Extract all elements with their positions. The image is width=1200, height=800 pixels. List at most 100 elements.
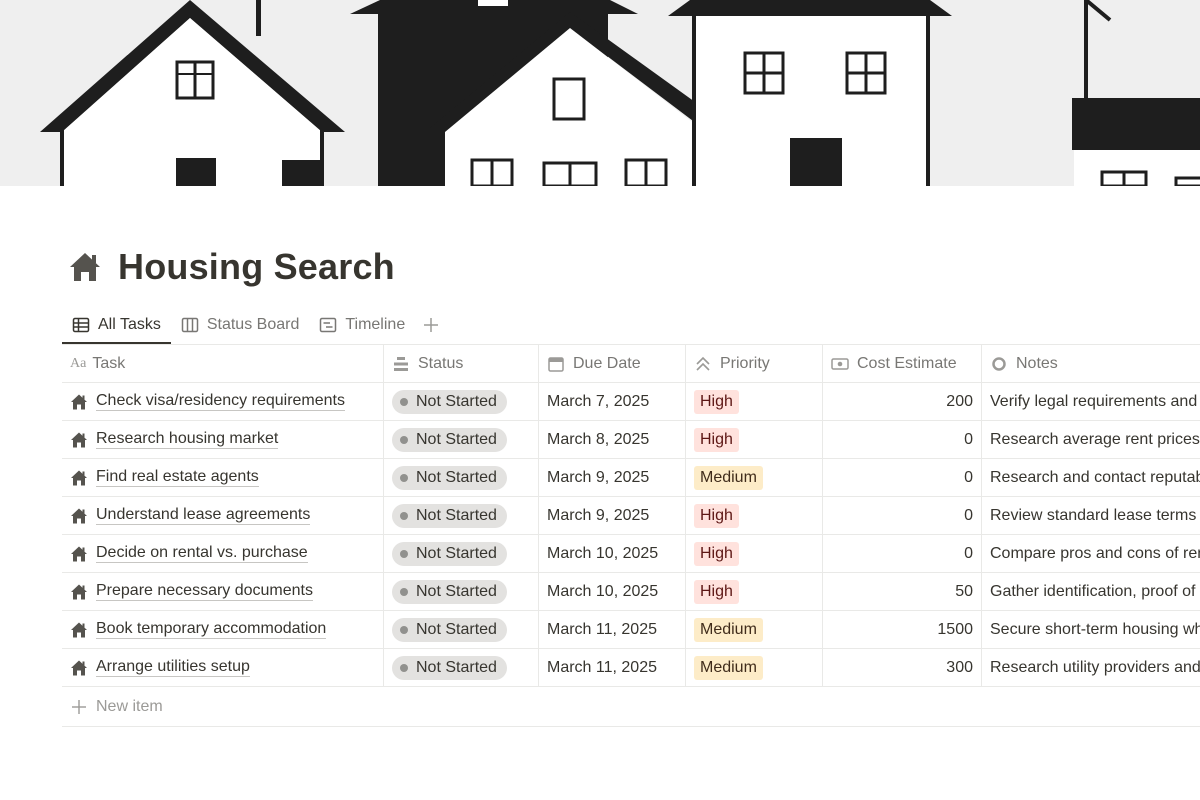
table-row[interactable]: Arrange utilities setup Not Started March …: [62, 649, 1200, 687]
cost-estimate-cell[interactable]: 200: [823, 383, 982, 420]
status-label: Not Started: [416, 392, 497, 410]
chevron-up-icon: [696, 356, 710, 371]
status-cell[interactable]: Not Started: [384, 535, 539, 572]
due-date-cell[interactable]: March 7, 2025: [539, 383, 686, 420]
column-label: Due Date: [573, 354, 641, 372]
task-name[interactable]: Arrange utilities setup: [96, 658, 250, 677]
status-cell[interactable]: Not Started: [384, 421, 539, 458]
table-row[interactable]: Find real estate agents Not Started March …: [62, 459, 1200, 497]
priority-cell[interactable]: Medium: [686, 611, 823, 648]
new-item-button[interactable]: New item: [62, 687, 1200, 727]
priority-cell[interactable]: Medium: [686, 459, 823, 496]
due-date-cell[interactable]: March 9, 2025: [539, 497, 686, 534]
priority-cell[interactable]: High: [686, 421, 823, 458]
cover-image: [0, 0, 1200, 186]
column-label: Priority: [720, 354, 770, 372]
column-header-due-date[interactable]: Due Date: [539, 345, 686, 382]
task-cell[interactable]: Understand lease agreements: [62, 497, 384, 534]
column-label: Cost Estimate: [857, 354, 957, 372]
column-header-priority[interactable]: Priority: [686, 345, 823, 382]
notes-cell[interactable]: Research average rent prices,: [982, 421, 1200, 458]
due-date-cell[interactable]: March 11, 2025: [539, 649, 686, 686]
due-date-cell[interactable]: March 8, 2025: [539, 421, 686, 458]
task-cell[interactable]: Decide on rental vs. purchase: [62, 535, 384, 572]
tab-label: Timeline: [345, 316, 406, 333]
task-cell[interactable]: Check visa/residency requirements: [62, 383, 384, 420]
table-header: Aa Task Status Due Date Priority Cost Es…: [62, 345, 1200, 383]
notes-cell[interactable]: Research utility providers and: [982, 649, 1200, 686]
status-label: Not Started: [416, 506, 497, 524]
priority-cell[interactable]: High: [686, 573, 823, 610]
status-label: Not Started: [416, 620, 497, 638]
status-cell[interactable]: Not Started: [384, 611, 539, 648]
task-name[interactable]: Check visa/residency requirements: [96, 392, 345, 411]
cost-estimate-cell[interactable]: 300: [823, 649, 982, 686]
task-name[interactable]: Find real estate agents: [96, 468, 259, 487]
notes-cell[interactable]: Secure short-term housing wh: [982, 611, 1200, 648]
cost-estimate-cell[interactable]: 1500: [823, 611, 982, 648]
task-name[interactable]: Research housing market: [96, 430, 279, 449]
status-cell[interactable]: Not Started: [384, 649, 539, 686]
table-row[interactable]: Decide on rental vs. purchase Not Started…: [62, 535, 1200, 573]
tasks-table: Aa Task Status Due Date Priority Cost Es…: [62, 345, 1200, 727]
view-tabs: All Tasks Status Board Timeline: [62, 306, 447, 344]
status-cell[interactable]: Not Started: [384, 459, 539, 496]
column-header-status[interactable]: Status: [384, 345, 539, 382]
task-name[interactable]: Understand lease agreements: [96, 506, 311, 525]
calendar-icon: [548, 356, 564, 372]
cost-estimate-cell[interactable]: 0: [823, 421, 982, 458]
status-label: Not Started: [416, 430, 497, 448]
tab-status-board[interactable]: Status Board: [171, 306, 310, 344]
priority-cell[interactable]: Medium: [686, 649, 823, 686]
add-view-button[interactable]: [415, 306, 447, 344]
task-cell[interactable]: Book temporary accommodation: [62, 611, 384, 648]
cost-estimate-cell[interactable]: 0: [823, 535, 982, 572]
task-name[interactable]: Book temporary accommodation: [96, 620, 327, 639]
status-cell[interactable]: Not Started: [384, 383, 539, 420]
cost-estimate-cell[interactable]: 0: [823, 459, 982, 496]
task-cell[interactable]: Research housing market: [62, 421, 384, 458]
due-date-cell[interactable]: March 11, 2025: [539, 611, 686, 648]
table-row[interactable]: Prepare necessary documents Not Started Ma…: [62, 573, 1200, 611]
notes-cell[interactable]: Research and contact reputab: [982, 459, 1200, 496]
table-row[interactable]: Check visa/residency requirements Not Sta…: [62, 383, 1200, 421]
table-row[interactable]: Research housing market Not Started March …: [62, 421, 1200, 459]
due-date-cell[interactable]: March 10, 2025: [539, 573, 686, 610]
priority-cell[interactable]: High: [686, 497, 823, 534]
tab-label: All Tasks: [98, 316, 161, 333]
due-date-cell[interactable]: March 10, 2025: [539, 535, 686, 572]
plus-icon: [424, 318, 439, 332]
notes-cell[interactable]: Verify legal requirements and: [982, 383, 1200, 420]
status-cell[interactable]: Not Started: [384, 573, 539, 610]
table-row[interactable]: Book temporary accommodation Not Started M…: [62, 611, 1200, 649]
status-dot-icon: [400, 435, 408, 444]
cost-estimate-cell[interactable]: 50: [823, 573, 982, 610]
due-date-cell[interactable]: March 9, 2025: [539, 459, 686, 496]
cost-estimate-cell[interactable]: 0: [823, 497, 982, 534]
notes-cell[interactable]: Gather identification, proof of: [982, 573, 1200, 610]
house-icon[interactable]: [68, 250, 102, 284]
task-cell[interactable]: Prepare necessary documents: [62, 573, 384, 610]
status-dot-icon: [400, 663, 408, 672]
status-dot-icon: [400, 549, 408, 558]
tab-all-tasks[interactable]: All Tasks: [62, 306, 171, 344]
task-name[interactable]: Prepare necessary documents: [96, 582, 313, 601]
task-name[interactable]: Decide on rental vs. purchase: [96, 544, 308, 563]
page-title[interactable]: Housing Search: [118, 246, 395, 288]
table-row[interactable]: Understand lease agreements Not Started Ma…: [62, 497, 1200, 535]
priority-tag: High: [694, 389, 739, 414]
status-label: Not Started: [416, 658, 497, 676]
tab-timeline[interactable]: Timeline: [309, 306, 415, 344]
status-cell[interactable]: Not Started: [384, 497, 539, 534]
column-header-cost-estimate[interactable]: Cost Estimate: [823, 345, 982, 382]
notes-cell[interactable]: Compare pros and cons of ren: [982, 535, 1200, 572]
task-cell[interactable]: Arrange utilities setup: [62, 649, 384, 686]
column-header-notes[interactable]: Notes: [982, 345, 1200, 382]
priority-cell[interactable]: High: [686, 383, 823, 420]
column-header-task[interactable]: Aa Task: [62, 345, 384, 382]
status-badge: Not Started: [392, 541, 507, 566]
priority-cell[interactable]: High: [686, 535, 823, 572]
house-icon: [71, 660, 87, 675]
task-cell[interactable]: Find real estate agents: [62, 459, 384, 496]
notes-cell[interactable]: Review standard lease terms a: [982, 497, 1200, 534]
